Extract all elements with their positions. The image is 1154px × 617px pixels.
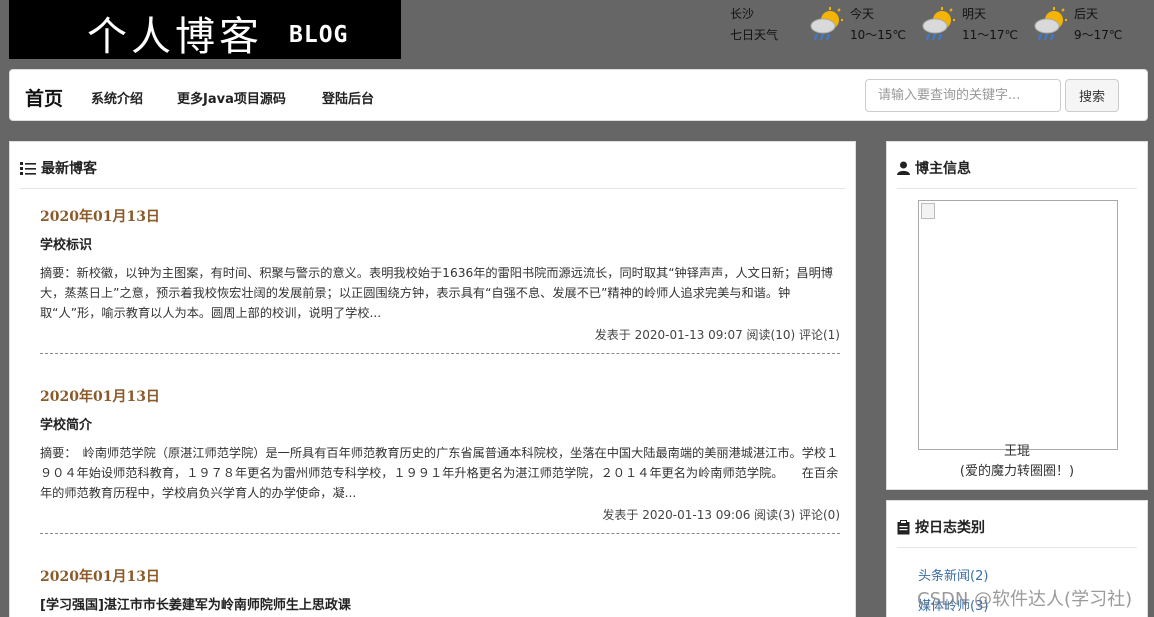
logo-title: 个人博客 bbox=[87, 14, 263, 60]
post-divider bbox=[40, 533, 840, 534]
post-meta: 发表于 2020-01-13 09:07 阅读(10) 评论(1) bbox=[594, 328, 840, 342]
divider bbox=[897, 188, 1137, 189]
post-title-link[interactable]: [学习强国]湛江市市长姜建军为岭南师院师生上思政课 bbox=[40, 594, 840, 613]
nav-link-system-intro[interactable]: 系统介绍 bbox=[91, 88, 143, 107]
panel-title: 按日志类别 bbox=[915, 520, 985, 536]
rain-cloud-icon bbox=[922, 7, 955, 41]
watermark-text: CSDN @软件达人(学习社) bbox=[917, 589, 1133, 610]
blog-post: 2020年01月13日 [学习强国]湛江市市长姜建军为岭南师院师生上思政课 bbox=[40, 566, 840, 613]
nav-link-java-projects[interactable]: 更多Java项目源码 bbox=[177, 88, 286, 107]
site-logo[interactable]: 个人博客 BLOG bbox=[9, 0, 401, 60]
blogger-name: 王琨 bbox=[1003, 444, 1030, 459]
panel-title: 博主信息 bbox=[915, 161, 971, 177]
post-summary: 摘要： 岭南师范学院（原湛江师范学院）是一所具有百年师范教育历史的广东省属普通本… bbox=[40, 446, 839, 500]
logo-subtitle: BLOG bbox=[289, 22, 349, 48]
blogger-info-panel: 博主信息 王琨 (爱的魔力转圈圈！) bbox=[886, 141, 1148, 490]
panel-header: 博主信息 bbox=[897, 158, 971, 178]
weather-city-block: 长沙 七日天气 bbox=[730, 4, 800, 46]
divider bbox=[20, 188, 845, 189]
blog-post: 2020年01月13日 学校标识 摘要：新校徽，以钟为主图案，有时间、积聚与警示… bbox=[40, 206, 840, 354]
weather-forecast-label: 七日天气 bbox=[730, 28, 779, 42]
user-icon bbox=[897, 161, 910, 175]
clipboard-icon bbox=[897, 519, 910, 534]
nav-link-admin-login[interactable]: 登陆后台 bbox=[322, 88, 374, 107]
post-summary: 摘要：新校徽，以钟为主图案，有时间、积聚与警示的意义。表明我校始于1636年的雷… bbox=[40, 266, 833, 320]
post-divider bbox=[40, 353, 840, 354]
latest-blogs-panel: 最新博客 2020年01月13日 学校标识 摘要：新校徽，以钟为主图案，有时间、… bbox=[9, 141, 856, 617]
navbar: 首页 系统介绍 更多Java项目源码 登陆后台 搜索 bbox=[9, 69, 1148, 121]
post-title-link[interactable]: 学校标识 bbox=[40, 234, 840, 253]
blog-post: 2020年01月13日 学校简介 摘要： 岭南师范学院（原湛江师范学院）是一所具… bbox=[40, 386, 840, 534]
weather-day-temp: 10～15℃ bbox=[850, 28, 907, 42]
weather-day-name: 明天 bbox=[962, 7, 987, 21]
post-date: 2020年01月13日 bbox=[40, 569, 160, 585]
rain-cloud-icon bbox=[810, 7, 843, 41]
rain-cloud-icon bbox=[1034, 7, 1067, 41]
divider bbox=[897, 547, 1137, 548]
broken-image-icon bbox=[921, 203, 935, 219]
post-title-link[interactable]: 学校简介 bbox=[40, 414, 840, 433]
weather-day-temp: 11～17℃ bbox=[962, 28, 1019, 42]
weather-day-name: 今天 bbox=[850, 7, 875, 21]
category-link[interactable]: 头条新闻(2) bbox=[918, 565, 988, 584]
nav-home[interactable]: 首页 bbox=[25, 84, 63, 111]
panel-header: 按日志类别 bbox=[897, 517, 985, 537]
panel-header: 最新博客 bbox=[20, 158, 97, 178]
panel-title: 最新博客 bbox=[41, 161, 97, 177]
post-date: 2020年01月13日 bbox=[40, 389, 160, 405]
search-input[interactable] bbox=[865, 79, 1061, 112]
search-button[interactable]: 搜索 bbox=[1065, 79, 1119, 112]
list-icon bbox=[20, 162, 36, 175]
post-date: 2020年01月13日 bbox=[40, 209, 160, 225]
weather-day-name: 后天 bbox=[1074, 7, 1099, 21]
post-meta: 发表于 2020-01-13 09:06 阅读(3) 评论(0) bbox=[602, 508, 840, 522]
weather-day-temp: 9～17℃ bbox=[1074, 28, 1123, 42]
avatar bbox=[918, 200, 1118, 450]
weather-city: 长沙 bbox=[730, 7, 755, 21]
blogger-signature: (爱的魔力转圈圈！) bbox=[959, 464, 1075, 479]
